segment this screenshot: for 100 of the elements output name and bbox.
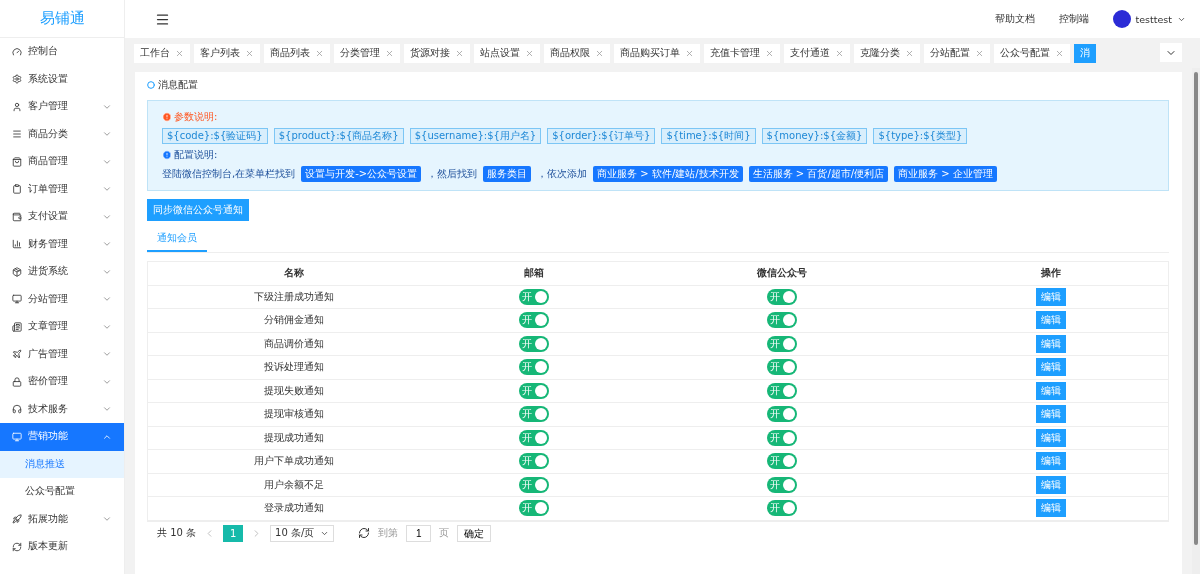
column-header: 名称 (282, 266, 305, 281)
sidebar-label: 版本更新 (28, 540, 69, 554)
sidebar-label: 系统设置 (28, 72, 69, 86)
close-icon[interactable] (455, 48, 464, 58)
page-tab[interactable]: 分站配置 (924, 43, 990, 63)
close-icon[interactable] (975, 48, 984, 58)
sidebar-item[interactable]: 广告管理 (0, 340, 124, 368)
header-link[interactable]: 控制端 (1058, 12, 1089, 26)
header-link[interactable]: 帮助文档 (994, 12, 1035, 26)
user-avatar[interactable] (1112, 10, 1131, 28)
sidebar-item[interactable]: 商品管理 (0, 148, 124, 176)
close-icon[interactable] (1055, 48, 1064, 58)
page-tab[interactable]: 站点设置 (474, 43, 540, 63)
page-tab[interactable]: 商品权限 (544, 43, 610, 63)
sidebar-label: 商品分类 (28, 127, 69, 141)
sidebar-item[interactable]: 控制台 (0, 38, 124, 66)
param-tag: ${money}:${金额} (761, 128, 868, 144)
table-cell-text: 投诉处理通知 (262, 360, 325, 375)
page-tab[interactable]: 充值卡管理 (704, 43, 780, 63)
submenu-item[interactable]: 公众号配置 (0, 478, 124, 506)
sidebar-item[interactable]: 版本更新 (0, 533, 124, 561)
sidebar-label: 密价管理 (28, 375, 69, 389)
submenu-item[interactable]: 消息推送 (0, 450, 124, 478)
refresh-icon[interactable] (358, 527, 371, 539)
sidebar-item[interactable]: 拓展功能 (0, 505, 124, 533)
user-name[interactable]: testtest (1135, 13, 1172, 25)
sidebar-item[interactable]: 分站管理 (0, 285, 124, 313)
page-tab[interactable]: 工作台 (134, 43, 190, 63)
menu-path-tag: 商业服务 > 软件/建站/技术开发 (593, 166, 743, 182)
section-title: 参数说明: (174, 110, 218, 124)
page-tab[interactable]: 公众号配置 (994, 43, 1070, 63)
page-tab[interactable]: 克隆分类 (854, 43, 920, 63)
close-icon[interactable] (595, 48, 604, 58)
sidebar-item[interactable]: 营销功能 (0, 423, 124, 451)
sidebar-item[interactable]: 订单管理 (0, 175, 124, 203)
column-header: 微信公众号 (755, 266, 808, 281)
sidebar-label: 分站管理 (28, 292, 69, 306)
param-tag: ${username}:${用户名} (409, 128, 542, 144)
page-tab[interactable]: 分类管理 (334, 43, 400, 63)
brand-logo: 易铺通 (0, 0, 124, 38)
sidebar-item[interactable]: 系统设置 (0, 65, 124, 93)
page-tab[interactable]: 商品列表 (264, 43, 330, 63)
close-icon[interactable] (315, 48, 324, 58)
page-title: 消息配置 (158, 78, 198, 92)
sidebar-label: 营销功能 (28, 430, 69, 444)
close-icon[interactable] (245, 48, 254, 58)
table-cell-text: 分销佣金通知 (262, 313, 325, 328)
page-tab[interactable]: 客户列表 (194, 43, 260, 63)
page-tab[interactable]: 支付通道 (784, 43, 850, 63)
sidebar-label: 支付设置 (28, 210, 69, 224)
menu-path-tag: 生活服务 > 百货/超市/便利店 (748, 166, 889, 182)
sidebar-label: 控制台 (28, 45, 59, 59)
sidebar-label: 拓展功能 (28, 512, 69, 526)
table-cell-text: 用户余额不足 (262, 477, 325, 492)
config-text: ，依次添加 (537, 167, 588, 181)
close-icon[interactable] (765, 48, 774, 58)
table-cell-text: 提现成功通知 (262, 430, 325, 445)
sidebar-item[interactable]: 客户管理 (0, 93, 124, 121)
column-header: 邮箱 (523, 266, 546, 281)
sidebar-label: 财务管理 (28, 237, 69, 251)
param-tag: ${code}:${验证码} (162, 128, 268, 144)
menu-path-tag: 商业服务 > 企业管理 (894, 166, 997, 182)
section-title: 配置说明: (174, 148, 218, 162)
page-tab[interactable]: 商品购买订单 (614, 43, 700, 63)
sidebar-item[interactable]: 密价管理 (0, 368, 124, 396)
sidebar-item[interactable]: 财务管理 (0, 230, 124, 258)
confirm-button[interactable]: 确定 (457, 524, 492, 542)
param-tag: ${time}:${时间} (661, 128, 756, 144)
sidebar-label: 进货系统 (28, 265, 69, 279)
sidebar-item[interactable]: 商品分类 (0, 120, 124, 148)
page-unit: 页 (439, 526, 450, 540)
page-tab[interactable]: 货源对接 (404, 43, 470, 63)
sidebar-label: 文章管理 (28, 320, 69, 334)
param-tag: ${order}:${订单号} (547, 128, 656, 144)
circle-icon (147, 81, 155, 89)
close-icon[interactable] (525, 48, 534, 58)
sidebar-item[interactable]: 文章管理 (0, 313, 124, 341)
page-input[interactable]: 1 (406, 524, 432, 542)
menu-path-tag: 服务类目 (483, 166, 532, 182)
scrollbar[interactable] (1192, 68, 1200, 574)
close-icon[interactable] (385, 48, 394, 58)
close-icon[interactable] (905, 48, 914, 58)
tabs-dropdown[interactable] (1160, 43, 1182, 62)
page-size-select[interactable]: 10 条/页 (270, 524, 335, 542)
sidebar-item[interactable]: 进货系统 (0, 258, 124, 286)
table-cell-text: 下级注册成功通知 (252, 289, 335, 304)
table-cell-text: 用户下单成功通知 (252, 454, 335, 469)
close-icon[interactable] (685, 48, 694, 58)
sidebar-item[interactable]: 技术服务 (0, 395, 124, 423)
close-icon[interactable] (175, 48, 184, 58)
table-cell-text: 提现审核通知 (262, 407, 325, 422)
sidebar-item[interactable]: 支付设置 (0, 203, 124, 231)
config-text: 登陆微信控制台,在菜单栏找到 (162, 167, 296, 181)
table-cell-text: 商品调价通知 (262, 336, 325, 351)
close-icon[interactable] (835, 48, 844, 58)
param-tag: ${type}:${类型} (873, 128, 968, 144)
column-header: 操作 (1040, 266, 1063, 281)
sidebar-label: 订单管理 (28, 182, 69, 196)
menu-path-tag: 设置与开发->公众号设置 (301, 166, 422, 182)
table-cell-text: 登录成功通知 (262, 501, 325, 516)
